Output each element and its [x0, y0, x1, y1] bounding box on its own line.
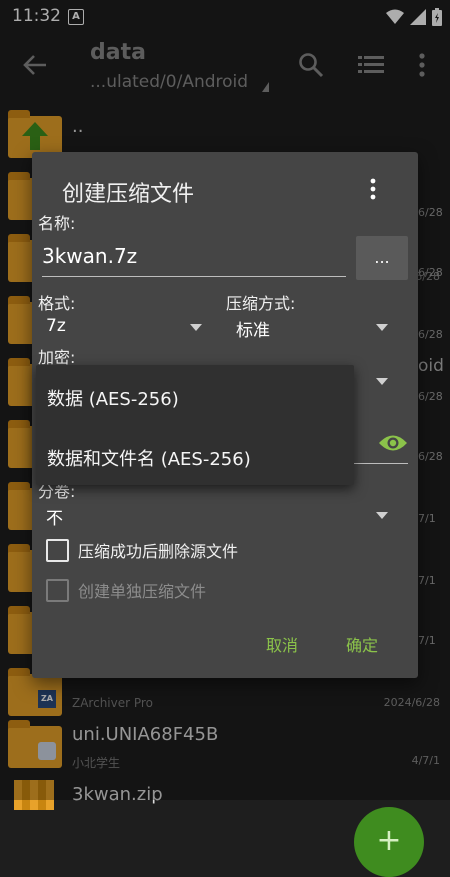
- format-select[interactable]: 7z: [46, 314, 202, 344]
- separate-archive-checkbox: [46, 579, 69, 602]
- background-date: 6/28: [418, 390, 443, 403]
- name-label: 名称:: [38, 214, 76, 233]
- eye-icon[interactable]: [378, 432, 408, 454]
- background-date: 7/1: [418, 574, 436, 587]
- ok-button[interactable]: 确定: [346, 632, 378, 656]
- background-partial-text: oid: [418, 356, 444, 376]
- chevron-down-icon: [376, 324, 388, 331]
- dialog-title: 创建压缩文件: [62, 182, 195, 207]
- encryption-option-data-and-names[interactable]: 数据和文件名 (AES-256): [47, 445, 251, 471]
- dialog-more-icon[interactable]: [368, 178, 378, 200]
- format-value: 7z: [46, 316, 66, 336]
- add-fab-button[interactable]: +: [354, 807, 424, 877]
- background-date: 7/1: [418, 512, 436, 525]
- delete-source-checkbox-row[interactable]: 压缩成功后删除源文件: [46, 538, 376, 564]
- encryption-options-popup: 数据 (AES-256) 数据和文件名 (AES-256): [36, 365, 354, 485]
- archive-name-value: 3kwan.7z: [42, 244, 138, 268]
- archive-name-input[interactable]: 3kwan.7z: [42, 242, 346, 277]
- chevron-down-icon: [376, 378, 388, 385]
- background-date: 6/28: [418, 450, 443, 463]
- format-label: 格式:: [38, 294, 76, 313]
- background-date: 6/28: [418, 266, 443, 279]
- encryption-option-data[interactable]: 数据 (AES-256): [47, 385, 179, 411]
- chevron-down-icon: [376, 512, 388, 519]
- browse-button[interactable]: ...: [356, 236, 408, 280]
- cancel-button[interactable]: 取消: [266, 632, 298, 656]
- split-select[interactable]: 不: [46, 502, 388, 532]
- method-label: 压缩方式:: [226, 294, 296, 313]
- method-value: 标准: [236, 321, 270, 341]
- background-date: 6/28: [418, 328, 443, 341]
- method-select[interactable]: 标准: [236, 314, 388, 344]
- delete-source-label: 压缩成功后删除源文件: [78, 542, 239, 561]
- delete-source-checkbox[interactable]: [46, 539, 69, 562]
- separate-archive-checkbox-row: 创建单独压缩文件: [46, 578, 376, 604]
- split-value: 不: [46, 509, 63, 529]
- separate-archive-label: 创建单独压缩文件: [78, 582, 207, 601]
- chevron-down-icon: [190, 324, 202, 331]
- background-date: 7/1: [418, 634, 436, 647]
- background-date: 6/28: [418, 206, 443, 219]
